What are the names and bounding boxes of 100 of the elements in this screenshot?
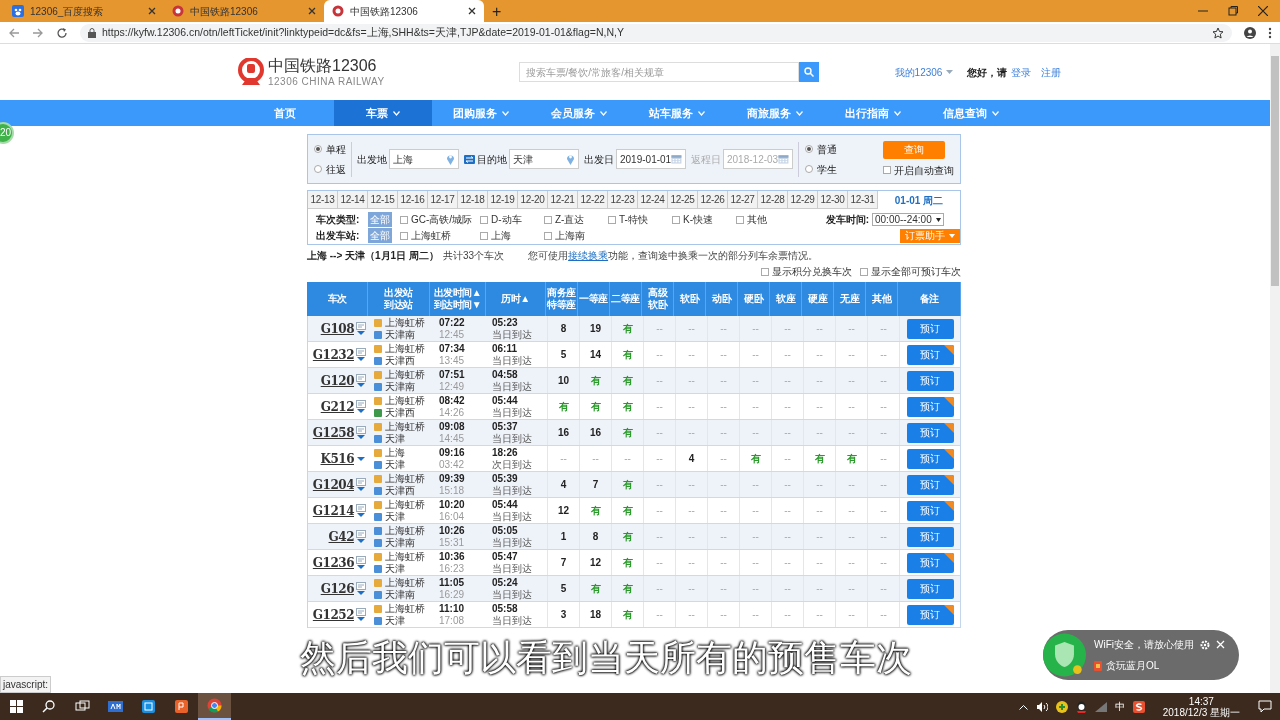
network-icon[interactable] xyxy=(1094,701,1107,712)
input-app-icon[interactable] xyxy=(1132,700,1145,713)
checkbox-option[interactable]: K-快速 xyxy=(672,212,736,227)
checkbox-option[interactable]: 上海虹桥 xyxy=(400,228,480,243)
restore-icon[interactable] xyxy=(1228,6,1238,16)
notifications-icon[interactable] xyxy=(1258,700,1272,713)
time-select[interactable]: 00:00--24:00 xyxy=(872,213,944,226)
transfer-link[interactable]: 接续换乘 xyxy=(568,250,609,261)
date-tab[interactable]: 12-24 xyxy=(638,191,668,209)
star-icon[interactable] xyxy=(1212,26,1224,39)
nav-item[interactable]: 车票 xyxy=(334,100,432,126)
book-button[interactable]: 预订 xyxy=(906,448,954,469)
date-tab[interactable]: 12-28 xyxy=(758,191,788,209)
date-tab[interactable]: 12-20 xyxy=(518,191,548,209)
checkbox-option[interactable]: 开启自动查询 xyxy=(883,162,954,178)
train-number-link[interactable]: G1204 xyxy=(312,475,354,494)
train-number-link[interactable]: G126 xyxy=(320,579,354,598)
close-icon[interactable] xyxy=(468,7,476,15)
date-tab[interactable]: 12-14 xyxy=(338,191,368,209)
search-button[interactable] xyxy=(798,62,819,82)
checkbox-option[interactable]: 上海南 xyxy=(544,228,608,243)
login-link[interactable]: 登录 xyxy=(1011,64,1032,80)
caret-icon[interactable] xyxy=(357,456,365,461)
close-icon[interactable] xyxy=(308,7,316,15)
back-icon[interactable] xyxy=(8,26,20,39)
date-tab[interactable]: 12-26 xyxy=(698,191,728,209)
date-tab[interactable]: 12-17 xyxy=(428,191,458,209)
account-link[interactable]: 我的12306 xyxy=(894,64,943,80)
date-tab[interactable]: 12-21 xyxy=(548,191,578,209)
checkbox-option[interactable]: GC-高铁/城际 xyxy=(400,212,480,227)
book-button[interactable]: 预订 xyxy=(906,474,954,495)
date-tab[interactable]: 12-25 xyxy=(668,191,698,209)
date-tab[interactable]: 12-29 xyxy=(788,191,818,209)
seat-availability: 12 xyxy=(589,556,602,570)
checkbox-option[interactable]: 其他 xyxy=(736,212,786,227)
train-number-link[interactable]: G42 xyxy=(328,527,354,546)
date-tab[interactable]: 12-19 xyxy=(488,191,518,209)
radio-option[interactable]: 普通 xyxy=(805,141,837,157)
register-link[interactable]: 注册 xyxy=(1041,64,1062,80)
date-tab[interactable]: 12-31 xyxy=(848,191,878,209)
radio-option[interactable]: 学生 xyxy=(805,161,837,177)
forward-icon[interactable] xyxy=(32,26,44,39)
train-number-link[interactable]: G212 xyxy=(320,397,354,416)
date-tab[interactable]: 12-23 xyxy=(608,191,638,209)
volume-icon[interactable] xyxy=(1035,701,1048,712)
checkbox-option[interactable]: D-动车 xyxy=(480,212,544,227)
train-number-link[interactable]: G120 xyxy=(320,371,354,390)
book-button[interactable]: 预订 xyxy=(906,552,954,573)
book-button[interactable]: 预订 xyxy=(906,578,954,599)
chat-app-icon[interactable] xyxy=(1075,700,1087,713)
date-tab[interactable]: 12-30 xyxy=(818,191,848,209)
date-tab[interactable]: 12-13 xyxy=(308,191,338,209)
book-button[interactable]: 预订 xyxy=(906,604,954,625)
settings-icon[interactable] xyxy=(1200,639,1210,650)
train-number-link[interactable]: G1236 xyxy=(312,553,354,572)
book-button[interactable]: 预订 xyxy=(906,344,954,365)
new-tab-button[interactable]: + xyxy=(492,4,502,20)
clock-time[interactable]: 14:37 xyxy=(1188,695,1214,707)
input-field[interactable]: 上海 xyxy=(389,149,459,169)
date-tab[interactable]: 12-22 xyxy=(578,191,608,209)
checkbox-option[interactable]: T-特快 xyxy=(608,212,672,227)
date-tab[interactable]: 12-18 xyxy=(458,191,488,209)
input-field[interactable]: 天津 xyxy=(509,149,579,169)
search-field[interactable]: 搜索车票/餐饮/常旅客/相关规章 xyxy=(518,62,799,82)
browser-tab[interactable]: 中国铁路12306 xyxy=(324,0,484,22)
radio-option[interactable]: 往返 xyxy=(314,161,346,177)
radio-option[interactable]: 单程 xyxy=(314,141,346,157)
profile-icon[interactable] xyxy=(1244,26,1256,39)
date-tab[interactable]: 12-27 xyxy=(728,191,758,209)
train-number-link[interactable]: G1258 xyxy=(312,423,354,442)
swap-icon[interactable] xyxy=(464,154,475,164)
train-number-link[interactable]: G108 xyxy=(320,319,354,338)
close-icon[interactable] xyxy=(1258,6,1268,16)
input-field[interactable]: 2019-01-01 xyxy=(616,149,686,169)
checkbox-option[interactable]: 显示全部可预订车次 xyxy=(860,264,961,279)
date-tab[interactable]: 12-16 xyxy=(398,191,428,209)
input-method-indicator[interactable]: 中 xyxy=(1114,699,1125,714)
reload-icon[interactable] xyxy=(56,26,68,39)
date-tab[interactable]: 12-15 xyxy=(368,191,398,209)
close-icon[interactable] xyxy=(148,7,156,15)
checkbox-option[interactable]: Z-直达 xyxy=(544,212,608,227)
train-number-link[interactable]: G1214 xyxy=(312,501,354,520)
clock-date[interactable]: 2018/12/3 星期一 xyxy=(1162,706,1240,718)
book-button[interactable]: 预订 xyxy=(906,422,954,443)
menu-icon[interactable] xyxy=(1268,26,1272,39)
book-button[interactable]: 预订 xyxy=(906,370,954,391)
train-number-link[interactable]: G1252 xyxy=(312,605,354,624)
checkbox-option[interactable]: 上海 xyxy=(480,228,544,243)
popup-app-link[interactable]: 贪玩蓝月OL xyxy=(1106,658,1160,673)
scrollbar[interactable] xyxy=(1270,44,1280,693)
book-button[interactable]: 预订 xyxy=(906,526,954,547)
book-button[interactable]: 预订 xyxy=(906,396,954,417)
checkbox-option[interactable]: 显示积分兑换车次 xyxy=(761,264,852,279)
book-button[interactable]: 预订 xyxy=(906,318,954,339)
address-bar[interactable]: https://kyfw.12306.cn/otn/leftTicket/init?linktypeid=dc&fs=上海,SHH&ts=天津,TJP&date=2019-01-01&flag=N,N,Y xyxy=(80,23,1232,42)
book-button[interactable]: 预订 xyxy=(906,500,954,521)
security-icon[interactable] xyxy=(1055,700,1068,713)
train-number-link[interactable]: K516 xyxy=(320,449,354,468)
chevron-up-icon[interactable] xyxy=(1018,703,1028,710)
train-number-link[interactable]: G1232 xyxy=(312,345,354,364)
